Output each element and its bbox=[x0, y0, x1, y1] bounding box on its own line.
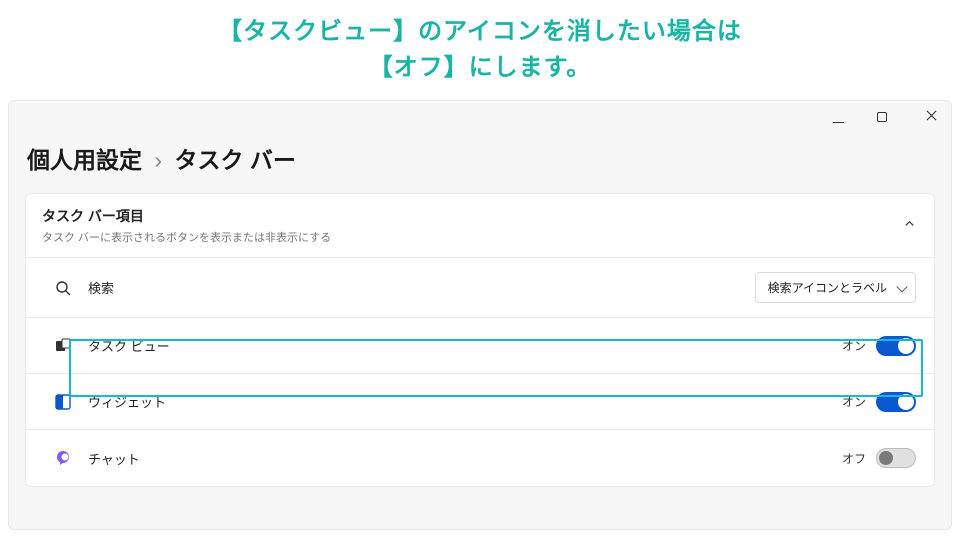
panel-subtitle: タスク バーに表示されるボタンを表示または非表示にする bbox=[42, 229, 331, 245]
search-mode-dropdown[interactable]: 検索アイコンとラベル bbox=[755, 272, 916, 303]
minimize-button[interactable] bbox=[833, 112, 853, 123]
instruction-annotation: 【タスクビュー】のアイコンを消したい場合は 【オフ】にします。 bbox=[0, 0, 960, 88]
task-view-toggle[interactable] bbox=[876, 336, 916, 356]
row-task-view: タスク ビュー オン bbox=[26, 318, 934, 374]
row-chat-label: チャット bbox=[88, 449, 140, 468]
widgets-state: オン bbox=[842, 393, 866, 410]
row-chat: チャット オフ bbox=[26, 430, 934, 486]
row-search-label: 検索 bbox=[88, 278, 114, 297]
widgets-icon bbox=[54, 393, 72, 411]
chat-state: オフ bbox=[842, 450, 866, 467]
widgets-toggle[interactable] bbox=[876, 392, 916, 412]
close-icon bbox=[926, 110, 937, 121]
window-titlebar bbox=[9, 101, 951, 133]
taskbar-items-panel: タスク バー項目 タスク バーに表示されるボタンを表示または非表示にする 検索 … bbox=[25, 193, 935, 487]
row-search: 検索 検索アイコンとラベル bbox=[26, 258, 934, 318]
row-widgets-label: ウィジェット bbox=[88, 392, 166, 411]
annotation-line-1: 【タスクビュー】のアイコンを消したい場合は bbox=[218, 18, 742, 45]
search-icon bbox=[54, 279, 72, 297]
task-view-state: オン bbox=[842, 337, 866, 354]
chat-toggle[interactable] bbox=[876, 448, 916, 468]
panel-title: タスク バー項目 bbox=[42, 206, 331, 226]
breadcrumb-root[interactable]: 個人用設定 bbox=[27, 147, 142, 173]
panel-header[interactable]: タスク バー項目 タスク バーに表示されるボタンを表示または非表示にする bbox=[26, 194, 934, 258]
task-view-icon bbox=[54, 337, 72, 355]
chat-icon bbox=[54, 449, 72, 467]
settings-window: 個人用設定 › タスク バー タスク バー項目 タスク バーに表示されるボタンを… bbox=[8, 100, 952, 530]
collapse-chevron-icon bbox=[903, 217, 916, 235]
row-widgets: ウィジェット オン bbox=[26, 374, 934, 430]
row-task-view-label: タスク ビュー bbox=[88, 336, 170, 355]
maximize-button[interactable] bbox=[877, 112, 897, 122]
breadcrumb: 個人用設定 › タスク バー bbox=[9, 133, 951, 193]
annotation-line-2: 【オフ】にします。 bbox=[369, 54, 592, 81]
close-button[interactable] bbox=[921, 107, 941, 127]
breadcrumb-page: タスク バー bbox=[174, 147, 295, 173]
breadcrumb-separator: › bbox=[154, 147, 162, 173]
